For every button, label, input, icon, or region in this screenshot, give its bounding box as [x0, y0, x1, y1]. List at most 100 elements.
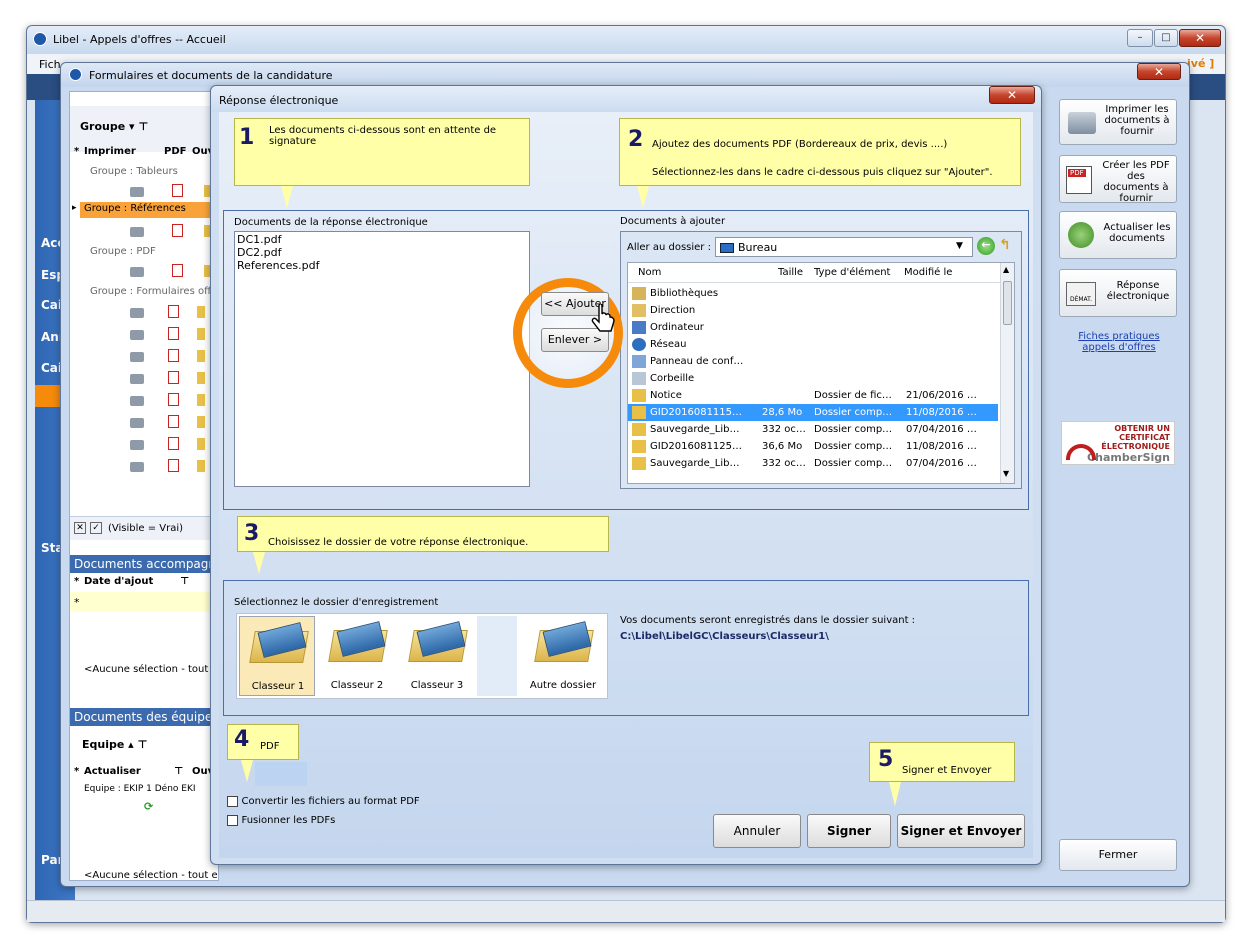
- printer-icon[interactable]: [130, 330, 144, 340]
- group-header-dropdown[interactable]: Groupe ▾ ⊤: [80, 120, 148, 133]
- col-actualiser[interactable]: Actualiser: [84, 766, 141, 777]
- folder-classeur-2[interactable]: Classeur 2: [319, 616, 395, 696]
- sign-send-button[interactable]: Signer et Envoyer: [897, 814, 1025, 848]
- pdf-icon[interactable]: [168, 437, 179, 450]
- folder-icon[interactable]: [197, 328, 205, 340]
- folder-icon[interactable]: [197, 350, 205, 362]
- printer-icon[interactable]: [130, 187, 144, 197]
- convert-pdf-checkbox[interactable]: [227, 795, 238, 807]
- col-pdf[interactable]: PDF: [164, 146, 186, 157]
- filter-icon[interactable]: ⊤: [174, 766, 183, 777]
- create-pdf-button[interactable]: PDF Créer les PDF des documents à fourni…: [1059, 155, 1177, 204]
- group-row-3[interactable]: Groupe : Formulaires offi: [90, 286, 214, 297]
- pdf-icon[interactable]: [168, 459, 179, 472]
- pdf-icon[interactable]: [168, 393, 179, 406]
- form-title-bar[interactable]: Formulaires et documents de la candidatu…: [61, 63, 1189, 87]
- folder-icon[interactable]: [197, 394, 205, 406]
- scroll-down-icon[interactable]: ▼: [1003, 469, 1009, 478]
- close-form-button[interactable]: Fermer: [1059, 839, 1177, 871]
- scroll-up-icon[interactable]: ▲: [1003, 265, 1009, 274]
- printer-icon[interactable]: [130, 267, 144, 277]
- print-docs-button[interactable]: Imprimer les documents à fournir: [1059, 99, 1177, 145]
- docs-response-item[interactable]: DC1.pdf: [237, 233, 527, 246]
- pdf-icon[interactable]: [171, 264, 183, 277]
- pdf-icon[interactable]: [171, 224, 183, 237]
- filter-clear-button[interactable]: ✕: [74, 522, 86, 534]
- folder-classeur-1[interactable]: Classeur 1: [239, 616, 315, 696]
- printer-icon[interactable]: [130, 374, 144, 384]
- group-row-0[interactable]: Groupe : Tableurs: [90, 166, 178, 177]
- chambersign-banner[interactable]: OBTENIR UN CERTIFICAT ÉLECTRONIQUE Chamb…: [1061, 421, 1175, 465]
- printer-icon[interactable]: [130, 462, 144, 472]
- col-taille[interactable]: Taille: [778, 267, 803, 278]
- electronic-response-button[interactable]: DÉMAT. Réponse électronique: [1059, 269, 1177, 317]
- group-row-2[interactable]: Groupe : PDF: [90, 246, 156, 257]
- filter-checkbox[interactable]: ✓: [90, 522, 102, 534]
- pdf-icon[interactable]: [168, 327, 179, 340]
- docs-response-item[interactable]: References.pdf: [237, 259, 527, 272]
- folder-up-icon[interactable]: ↰: [999, 237, 1017, 255]
- col-type[interactable]: Type d'élément: [814, 267, 890, 278]
- goto-folder-select[interactable]: Bureau ▼: [715, 237, 973, 257]
- col-date-ajout[interactable]: Date d'ajout: [84, 576, 153, 587]
- docs-response-list[interactable]: DC1.pdf DC2.pdf References.pdf: [234, 231, 530, 487]
- nav-item-4[interactable]: Cai: [41, 361, 62, 375]
- minimize-button[interactable]: –: [1127, 29, 1153, 47]
- folder-autre[interactable]: Autre dossier: [521, 616, 605, 696]
- file-row-selected[interactable]: GID2016081115… 28,6 Mo Dossier comp… 11/…: [628, 404, 998, 421]
- printer-icon[interactable]: [130, 227, 144, 237]
- pdf-icon[interactable]: [168, 349, 179, 362]
- filter-icon[interactable]: ⊤: [180, 576, 189, 587]
- file-list-scrollbar[interactable]: ▲ ▼: [1000, 263, 1014, 483]
- printer-icon[interactable]: [130, 308, 144, 318]
- scroll-thumb[interactable]: [1003, 281, 1012, 325]
- docs-accomp-newrow[interactable]: *: [70, 592, 220, 612]
- dialog-title-bar[interactable]: Réponse électronique ✕: [211, 86, 1041, 112]
- printer-icon[interactable]: [130, 418, 144, 428]
- file-row[interactable]: Sauvegarde_Lib… 332 oc… Dossier comp… 07…: [628, 421, 1004, 438]
- pdf-icon[interactable]: [168, 371, 179, 384]
- folder-icon[interactable]: [197, 416, 205, 428]
- equipe-row[interactable]: Equipe : EKIP 1 Déno EKI: [84, 784, 196, 794]
- file-row[interactable]: GID2016081125… 36,6 Mo Dossier comp… 11/…: [628, 438, 1004, 455]
- col-nom[interactable]: Nom: [638, 267, 661, 278]
- file-row[interactable]: Sauvegarde_Lib… 332 oc… Dossier comp… 07…: [628, 455, 1004, 472]
- merge-pdf-option[interactable]: Fusionner les PDFs: [227, 813, 335, 826]
- file-row[interactable]: Panneau de conf…: [628, 353, 1004, 370]
- chevron-down-icon[interactable]: ▼: [956, 241, 963, 251]
- folder-icon[interactable]: [197, 460, 205, 472]
- convert-pdf-option[interactable]: Convertir les fichiers au format PDF: [227, 794, 420, 807]
- folder-classeur-3[interactable]: Classeur 3: [399, 616, 475, 696]
- col-imprimer[interactable]: Imprimer: [84, 146, 136, 157]
- main-close-button[interactable]: ✕: [1179, 29, 1221, 47]
- pdf-icon[interactable]: [168, 305, 179, 318]
- refresh-icon[interactable]: ⟳: [144, 800, 153, 813]
- printer-icon[interactable]: [130, 440, 144, 450]
- file-row[interactable]: Ordinateur: [628, 319, 1004, 336]
- docs-response-item[interactable]: DC2.pdf: [237, 246, 527, 259]
- folder-icon[interactable]: [197, 306, 205, 318]
- refresh-docs-button[interactable]: Actualiser les documents: [1059, 211, 1177, 259]
- pdf-icon[interactable]: [168, 415, 179, 428]
- merge-pdf-checkbox[interactable]: [227, 814, 238, 826]
- folder-icon[interactable]: [197, 372, 205, 384]
- file-row[interactable]: Notice Dossier de fic… 21/06/2016 …: [628, 387, 1004, 404]
- col-modifie[interactable]: Modifié le: [904, 267, 952, 278]
- sign-button[interactable]: Signer: [807, 814, 891, 848]
- folder-icon[interactable]: [197, 438, 205, 450]
- file-row[interactable]: Bibliothèques: [628, 285, 1004, 302]
- practical-sheets-link[interactable]: Fiches pratiques appels d'offres: [1069, 331, 1169, 353]
- file-row[interactable]: Direction: [628, 302, 1004, 319]
- form-close-button[interactable]: ✕: [1137, 63, 1181, 80]
- printer-icon[interactable]: [130, 352, 144, 362]
- file-row[interactable]: Corbeille: [628, 370, 1004, 387]
- menu-fichier[interactable]: Fich: [39, 58, 61, 71]
- back-arrow-icon[interactable]: ←: [977, 237, 995, 255]
- pdf-icon[interactable]: [171, 184, 183, 197]
- main-title-bar[interactable]: Libel - Appels d'offres -- Accueil – □ ✕: [27, 26, 1225, 54]
- group-row-selected[interactable]: ▸ Groupe : Références: [72, 202, 220, 218]
- printer-icon[interactable]: [130, 396, 144, 406]
- nav-item-2[interactable]: Cai: [41, 298, 62, 312]
- equipe-header-dropdown[interactable]: Equipe ▴ ⊤: [82, 738, 148, 751]
- maximize-button[interactable]: □: [1154, 29, 1178, 47]
